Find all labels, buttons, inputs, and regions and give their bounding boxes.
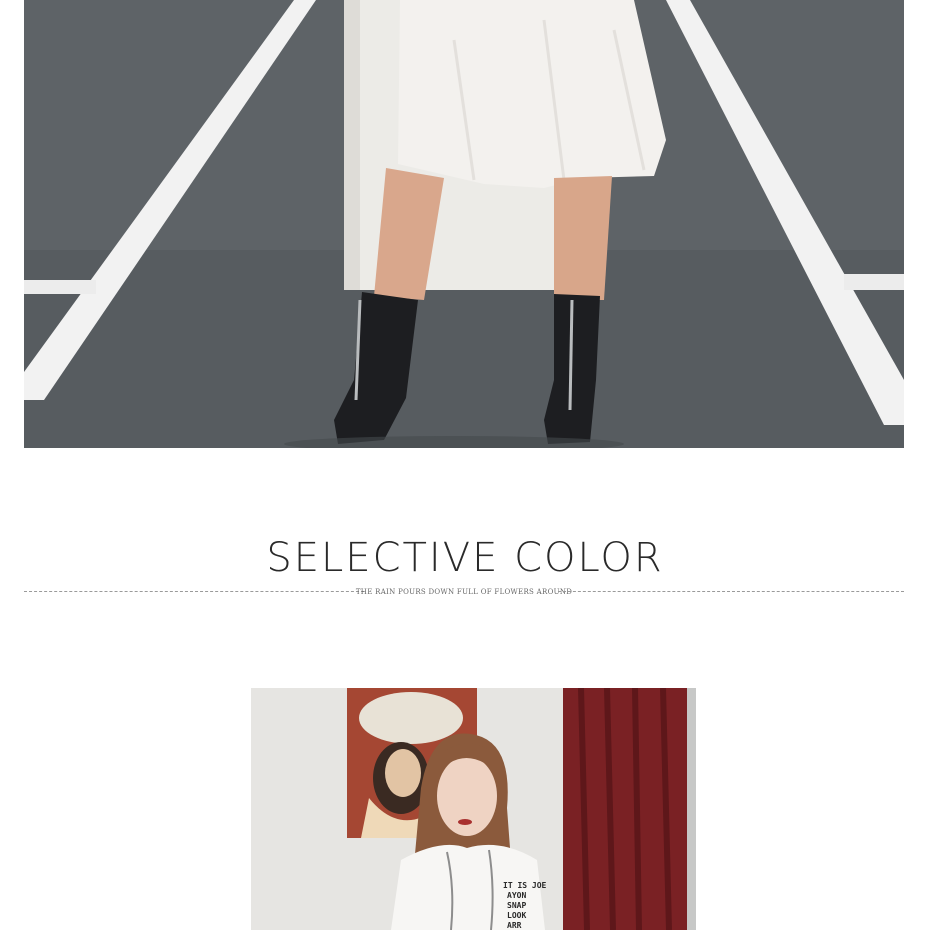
shirt-print-line-2: AYON (507, 891, 526, 900)
shirt-print-line-3: SNAP (507, 901, 526, 910)
shirt-print-line-5: ARR (507, 921, 522, 930)
section-subtitle: THE RAIN POURS DOWN FULL OF FLOWERS AROU… (355, 588, 573, 596)
hero-photo-illustration (24, 0, 904, 448)
model-photo: IT IS JOE AYON SNAP LOOK ARR (251, 688, 696, 930)
hero-photo-boots (24, 0, 904, 448)
shirt-print-line-4: LOOK (507, 911, 526, 920)
divider-right (558, 591, 904, 592)
model-photo-illustration: IT IS JOE AYON SNAP LOOK ARR (251, 688, 696, 930)
title-divider: THE RAIN POURS DOWN FULL OF FLOWERS AROU… (24, 585, 904, 599)
shirt-print-line-1: IT IS JOE (503, 881, 547, 890)
section-title: SELECTIVE COLOR (266, 535, 664, 581)
